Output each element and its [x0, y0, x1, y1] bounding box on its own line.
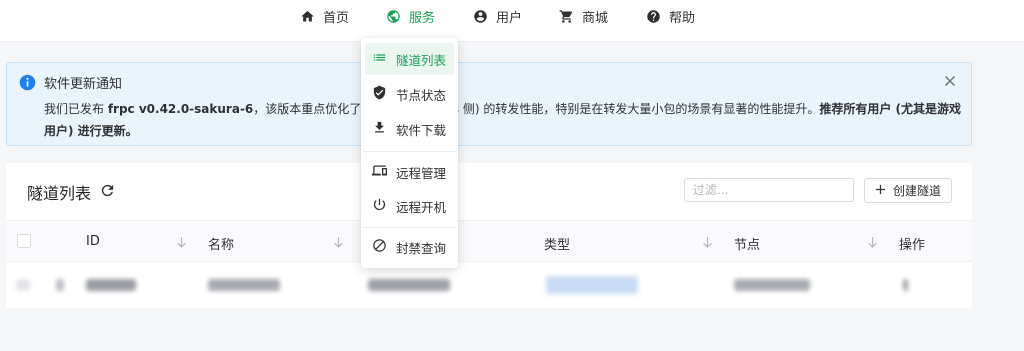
- cart-icon: [559, 9, 574, 24]
- shield-check-icon: [372, 85, 387, 103]
- menu-item-node-status[interactable]: 节点状态: [365, 78, 454, 110]
- sort-arrow-icon[interactable]: [176, 236, 187, 248]
- row-cell-redacted: [208, 279, 280, 291]
- close-icon[interactable]: [943, 74, 957, 88]
- download-icon: [372, 120, 387, 138]
- row-cell-redacted: [903, 279, 908, 291]
- nav-item-label: 帮助: [669, 10, 696, 26]
- power-icon: [372, 197, 387, 215]
- menu-item-label: 隧道列表: [396, 52, 447, 68]
- row-cell-redacted: [368, 279, 450, 291]
- account-icon: [473, 9, 488, 24]
- column-name: 名称: [208, 238, 235, 253]
- nav-item-services[interactable]: 服务: [386, 0, 435, 32]
- menu-item-label: 封禁查询: [396, 240, 447, 256]
- sort-arrow-icon[interactable]: [867, 236, 878, 248]
- menu-item-label: 远程管理: [396, 165, 447, 181]
- tunnel-list-card: 隧道列表 创建隧道 ID 名称 类型 节点 操作: [6, 163, 972, 308]
- table-header: ID 名称 类型 节点 操作: [6, 220, 972, 262]
- notice-body: 我们已发布 frpc v0.42.0-sakura-6，该版本重点优化了上行 (f…: [44, 98, 964, 142]
- menu-divider: [363, 151, 456, 152]
- notice-text: (frps 侧) 的转发性能，特别是在转发大量小包的场景有显著的性能提升。: [431, 102, 820, 116]
- column-node: 节点: [734, 238, 761, 253]
- nav-item-label: 用户: [496, 10, 523, 26]
- nav-item-help[interactable]: 帮助: [646, 0, 695, 32]
- page-title: 隧道列表: [27, 184, 92, 203]
- menu-divider: [363, 227, 456, 228]
- list-icon: [372, 50, 387, 68]
- row-cell-redacted: [734, 279, 810, 291]
- create-tunnel-button[interactable]: 创建隧道: [864, 178, 952, 203]
- devices-icon: [372, 163, 387, 181]
- ban-icon: [372, 238, 387, 256]
- column-type: 类型: [544, 238, 571, 253]
- sort-arrow-icon[interactable]: [702, 236, 713, 248]
- column-id: ID: [86, 234, 100, 249]
- menu-item-tunnel-list[interactable]: 隧道列表: [365, 43, 454, 75]
- select-all-checkbox[interactable]: [17, 234, 31, 248]
- notice-version: frpc v0.42.0-sakura-6: [107, 102, 254, 116]
- plus-icon: [875, 184, 886, 198]
- filter-input[interactable]: [684, 178, 854, 202]
- info-icon: [19, 74, 36, 91]
- globe-icon: [386, 9, 401, 24]
- nav-item-label: 商城: [582, 10, 609, 26]
- nav-item-home[interactable]: 首页: [300, 0, 349, 32]
- top-navigation: 首页 服务 用户 商城 帮助: [0, 0, 1024, 42]
- nav-item-shop[interactable]: 商城: [559, 0, 608, 32]
- notice-text: 我们已发布: [44, 102, 108, 116]
- row-cell-redacted: [86, 279, 136, 291]
- column-actions: 操作: [899, 238, 926, 253]
- menu-item-ban-query[interactable]: 封禁查询: [365, 231, 454, 263]
- menu-item-label: 软件下载: [396, 122, 447, 138]
- notice-title: 软件更新通知: [44, 77, 123, 92]
- create-tunnel-label: 创建隧道: [892, 184, 941, 198]
- table-row[interactable]: [6, 262, 972, 308]
- update-notice: 软件更新通知 我们已发布 frpc v0.42.0-sakura-6，该版本重点…: [6, 62, 972, 146]
- row-cell-redacted: [56, 279, 64, 291]
- row-cell-redacted: [546, 276, 638, 294]
- sort-arrow-icon[interactable]: [333, 236, 344, 248]
- menu-item-remote-power-on[interactable]: 远程开机: [365, 190, 454, 222]
- menu-item-remote-management[interactable]: 远程管理: [365, 156, 454, 188]
- nav-item-label: 首页: [323, 10, 350, 26]
- nav-item-label: 服务: [409, 10, 436, 26]
- nav-item-user[interactable]: 用户: [473, 0, 522, 32]
- services-dropdown-menu: 隧道列表 节点状态 软件下载 远程管理 远程开机 封禁查询: [361, 38, 458, 268]
- row-checkbox[interactable]: [16, 279, 30, 291]
- menu-item-label: 节点状态: [396, 87, 447, 103]
- home-icon: [300, 9, 315, 24]
- menu-item-label: 远程开机: [396, 199, 447, 215]
- help-icon: [646, 9, 661, 24]
- refresh-icon[interactable]: [99, 182, 116, 199]
- menu-item-software-download[interactable]: 软件下载: [365, 113, 454, 145]
